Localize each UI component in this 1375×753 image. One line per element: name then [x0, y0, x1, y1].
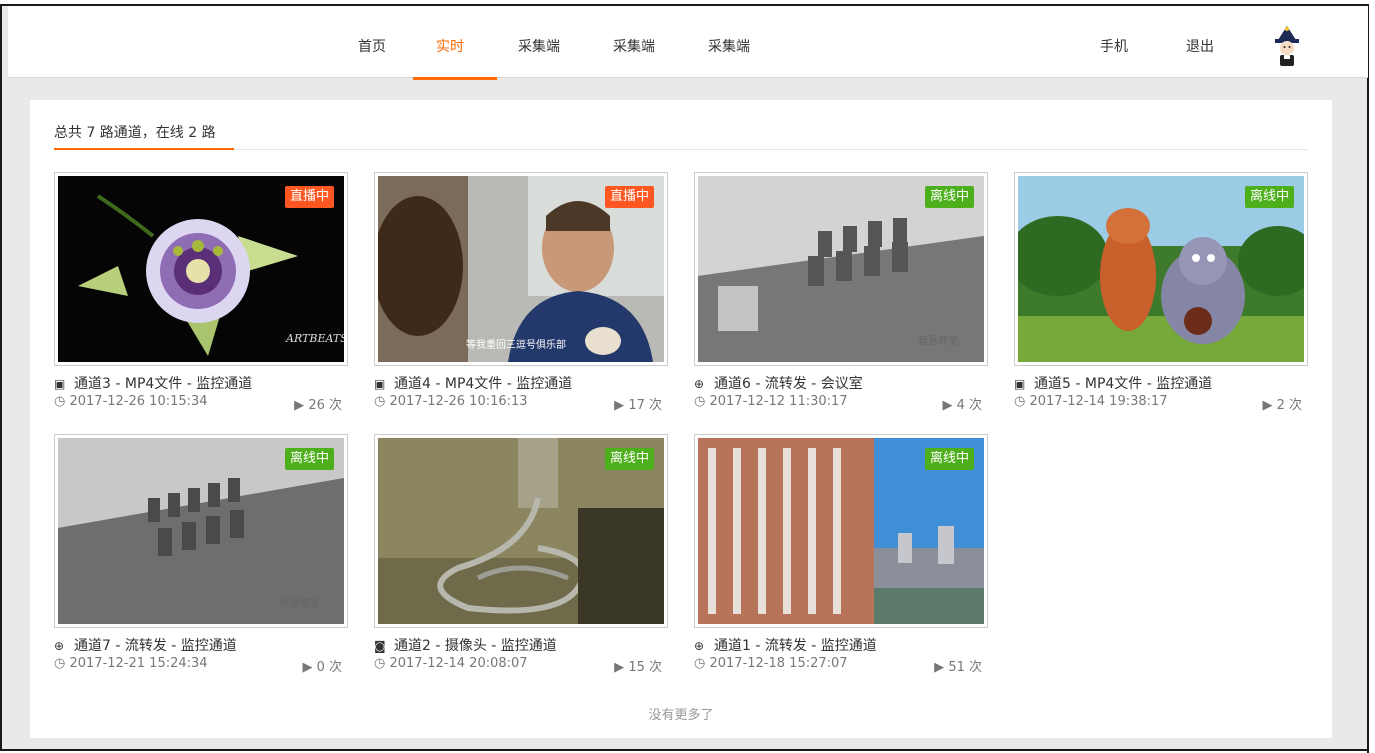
- channel-time: ◷ 2017-12-14 20:08:07: [374, 656, 528, 671]
- channel-card[interactable]: 智慧教室 离线中 ⊕ 通道6 - 流转发 - 会议室 ◷ 2017-12-12 1…: [694, 172, 990, 413]
- channel-panel: 总共 7 路通道，在线 2 路 ARTBEATS 直播中 ▣ 通道3 - MP4…: [30, 100, 1332, 738]
- svg-text:等我重回三逗号俱乐部: 等我重回三逗号俱乐部: [466, 338, 566, 351]
- play-icon: ▶: [942, 398, 957, 413]
- nav-realtime[interactable]: 实时: [436, 36, 464, 56]
- file-video-icon: ▣: [54, 377, 66, 391]
- channel-summary: 总共 7 路通道，在线 2 路: [54, 125, 216, 141]
- download-circle-icon: ⊕: [694, 639, 705, 653]
- play-count: ▶ 0 次: [302, 660, 342, 675]
- channel-thumbnail[interactable]: 智慧教室 离线中: [54, 434, 348, 628]
- play-icon: ▶: [302, 660, 317, 675]
- play-count: ▶ 17 次: [614, 398, 662, 413]
- nav-mobile[interactable]: 手机: [1100, 36, 1128, 56]
- play-icon: ▶: [614, 660, 629, 675]
- channel-card[interactable]: 离线中 ⊕ 通道1 - 流转发 - 监控通道 ◷ 2017-12-18 15:27…: [694, 434, 990, 675]
- channel-name: 通道5 - MP4文件 - 监控通道: [1034, 376, 1213, 392]
- clock-icon: ◷: [374, 394, 390, 409]
- file-video-icon: ▣: [1014, 377, 1026, 391]
- play-count: ▶ 2 次: [1262, 398, 1302, 413]
- svg-text:ARTBEATS: ARTBEATS: [285, 332, 344, 345]
- channel-title[interactable]: ⊕ 通道6 - 流转发 - 会议室: [694, 373, 863, 393]
- summary-underline: [54, 148, 234, 150]
- channel-time: ◷ 2017-12-26 10:15:34: [54, 394, 208, 409]
- channel-time: ◷ 2017-12-14 19:38:17: [1014, 394, 1168, 409]
- nav-home[interactable]: 首页: [358, 36, 386, 56]
- channel-name: 通道4 - MP4文件 - 监控通道: [394, 376, 573, 392]
- channel-time: ◷ 2017-12-21 15:24:34: [54, 656, 208, 671]
- status-badge: 离线中: [284, 448, 334, 470]
- clock-icon: ◷: [694, 656, 710, 671]
- channel-card[interactable]: ARTBEATS 直播中 ▣ 通道3 - MP4文件 - 监控通道 ◷ 2017-…: [54, 172, 350, 413]
- download-circle-icon: ⊕: [54, 639, 65, 653]
- clock-icon: ◷: [54, 394, 70, 409]
- play-count: ▶ 4 次: [942, 398, 982, 413]
- status-badge: 直播中: [604, 186, 654, 208]
- top-navbar: 首页 实时 采集端 采集端 采集端 手机 退出: [8, 6, 1368, 80]
- play-count: ▶ 26 次: [294, 398, 342, 413]
- channel-title[interactable]: ▣ 通道4 - MP4文件 - 监控通道: [374, 373, 572, 393]
- channel-title[interactable]: ⊕ 通道1 - 流转发 - 监控通道: [694, 635, 877, 655]
- download-circle-icon: ⊕: [694, 377, 705, 391]
- channel-name: 通道6 - 流转发 - 会议室: [714, 376, 863, 392]
- clock-icon: ◷: [54, 656, 70, 671]
- play-icon: ▶: [614, 398, 629, 413]
- play-icon: ▶: [1262, 398, 1277, 413]
- status-badge: 离线中: [924, 186, 974, 208]
- channel-card[interactable]: 离线中 ▣ 通道5 - MP4文件 - 监控通道 ◷ 2017-12-14 19:…: [1014, 172, 1310, 413]
- channel-name: 通道7 - 流转发 - 监控通道: [74, 638, 237, 654]
- channel-thumbnail[interactable]: 离线中: [374, 434, 668, 628]
- channel-title[interactable]: ▣ 通道3 - MP4文件 - 监控通道: [54, 373, 252, 393]
- channel-thumbnail[interactable]: 等我重回三逗号俱乐部 直播中: [374, 172, 668, 366]
- status-badge: 直播中: [284, 186, 334, 208]
- channel-thumbnail[interactable]: ARTBEATS 直播中: [54, 172, 348, 366]
- channel-thumbnail[interactable]: 离线中: [694, 434, 988, 628]
- nav-collector-3[interactable]: 采集端: [708, 36, 750, 56]
- play-icon: ▶: [934, 660, 949, 675]
- play-count: ▶ 51 次: [934, 660, 982, 675]
- channel-card[interactable]: 智慧教室 离线中 ⊕ 通道7 - 流转发 - 监控通道 ◷ 2017-12-21 …: [54, 434, 350, 675]
- nav-collector-2[interactable]: 采集端: [613, 36, 655, 56]
- channel-name: 通道1 - 流转发 - 监控通道: [714, 638, 877, 654]
- channel-card[interactable]: 等我重回三逗号俱乐部 直播中 ▣ 通道4 - MP4文件 - 监控通道 ◷ 201…: [374, 172, 670, 413]
- channel-time: ◷ 2017-12-18 15:27:07: [694, 656, 848, 671]
- play-icon: ▶: [294, 398, 309, 413]
- channel-title[interactable]: ◙ 通道2 - 摄像头 - 监控通道: [374, 635, 557, 655]
- nav-logout[interactable]: 退出: [1186, 36, 1214, 56]
- status-badge: 离线中: [604, 448, 654, 470]
- channel-thumbnail[interactable]: 离线中: [1014, 172, 1308, 366]
- no-more-text: 没有更多了: [648, 708, 714, 723]
- svg-text:智慧教室: 智慧教室: [280, 596, 320, 609]
- status-badge: 离线中: [1244, 186, 1294, 208]
- clock-icon: ◷: [1014, 394, 1030, 409]
- channel-title[interactable]: ▣ 通道5 - MP4文件 - 监控通道: [1014, 373, 1212, 393]
- camera-icon: ◙: [374, 639, 386, 653]
- window-border: [1367, 4, 1369, 753]
- channel-time: ◷ 2017-12-26 10:16:13: [374, 394, 528, 409]
- clock-icon: ◷: [374, 656, 390, 671]
- clock-icon: ◷: [694, 394, 710, 409]
- channel-thumbnail[interactable]: 智慧教室 离线中: [694, 172, 988, 366]
- channel-name: 通道2 - 摄像头 - 监控通道: [394, 638, 557, 654]
- play-count: ▶ 15 次: [614, 660, 662, 675]
- avatar[interactable]: [1272, 26, 1302, 68]
- channel-name: 通道3 - MP4文件 - 监控通道: [74, 376, 253, 392]
- channel-title[interactable]: ⊕ 通道7 - 流转发 - 监控通道: [54, 635, 237, 655]
- channel-card[interactable]: 离线中 ◙ 通道2 - 摄像头 - 监控通道 ◷ 2017-12-14 20:08…: [374, 434, 670, 675]
- status-badge: 离线中: [924, 448, 974, 470]
- nav-active-indicator: [413, 77, 497, 80]
- channel-time: ◷ 2017-12-12 11:30:17: [694, 394, 848, 409]
- file-video-icon: ▣: [374, 377, 386, 391]
- svg-text:智慧教室: 智慧教室: [918, 334, 958, 347]
- nav-collector-1[interactable]: 采集端: [518, 36, 560, 56]
- divider: [54, 149, 1308, 150]
